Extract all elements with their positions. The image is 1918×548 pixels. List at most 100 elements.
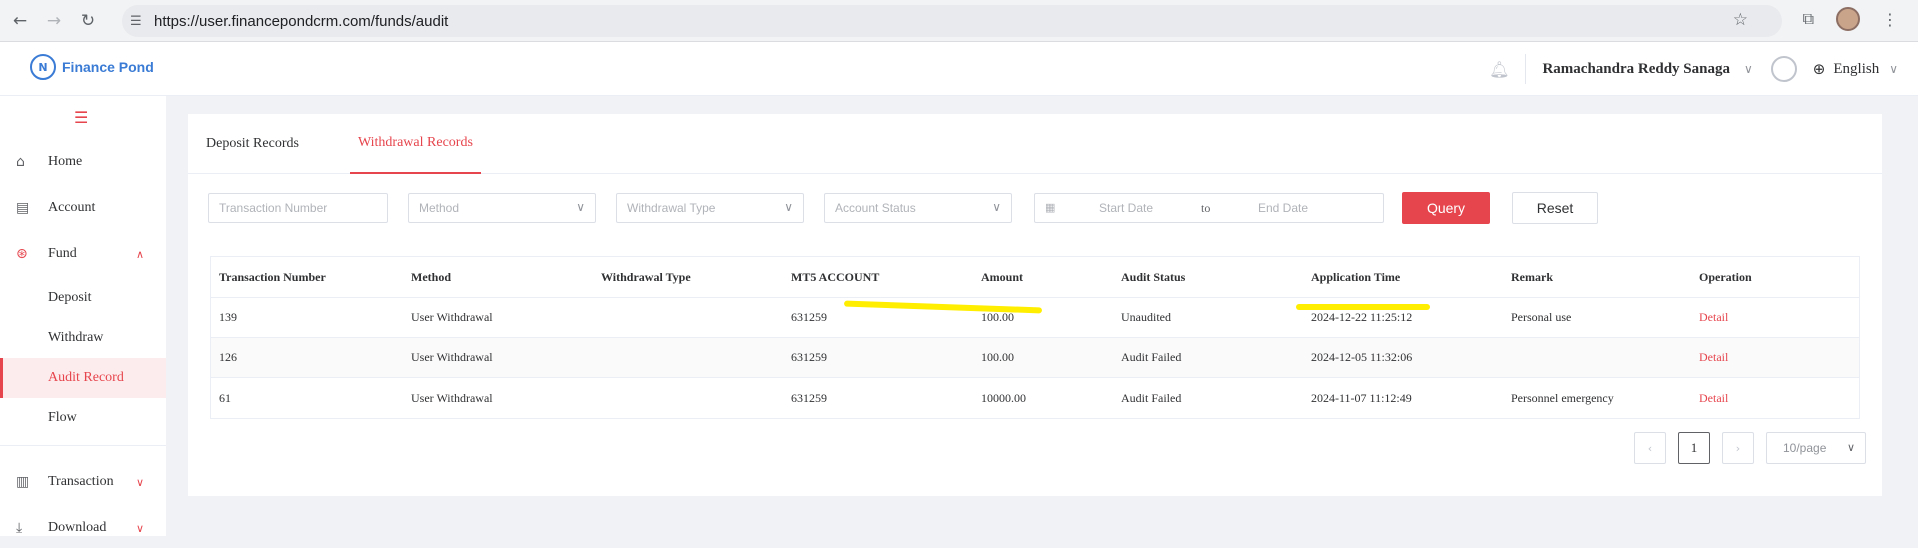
language-selector[interactable]: English <box>1833 61 1879 78</box>
sidebar-subitem-withdraw[interactable]: Withdraw <box>0 318 166 358</box>
cell-mt5-account: 631259 <box>791 390 827 405</box>
table-row: 126 User Withdrawal 631259 100.00 Audit … <box>211 338 1859 378</box>
chevron-down-icon[interactable]: ∨ <box>1744 62 1753 76</box>
end-date-input[interactable]: End Date <box>1258 201 1308 215</box>
prev-page-icon[interactable]: ‹ <box>1634 432 1666 464</box>
site-info-icon[interactable]: ☰ <box>130 14 150 29</box>
browser-menu-icon[interactable]: ⋮ <box>1882 10 1898 29</box>
detail-link[interactable]: Detail <box>1699 378 1728 418</box>
sidebar-subitem-audit-record[interactable]: Audit Record <box>0 358 166 398</box>
tab-withdrawal-records[interactable]: Withdrawal Records <box>350 114 481 174</box>
cell-amount: 100.00 <box>981 310 1014 324</box>
date-range-picker[interactable]: ▦ Start Date to End Date <box>1034 193 1384 223</box>
address-bar[interactable]: ☰ https://user.financepondcrm.com/funds/… <box>122 5 1782 37</box>
logo-text: Finance Pond <box>62 59 154 75</box>
sidebar-item-label: Fund <box>48 246 77 261</box>
method-placeholder: Method <box>419 201 460 215</box>
cell-method: User Withdrawal <box>411 310 493 324</box>
header-mt5-account: MT5 ACCOUNT <box>791 269 880 284</box>
start-date-input[interactable]: Start Date <box>1099 201 1153 215</box>
header-method: Method <box>411 269 451 284</box>
sidebar-item-label: Download <box>48 520 107 535</box>
browser-toolbar: ← → ↻ ☰ https://user.financepondcrm.com/… <box>0 0 1918 42</box>
tab-deposit-records[interactable]: Deposit Records <box>206 114 299 174</box>
fund-icon: ⊛ <box>16 246 28 262</box>
header-transaction-number: Transaction Number <box>219 269 326 284</box>
menu-toggle-icon[interactable]: ☰ <box>74 108 88 127</box>
chevron-down-icon: ∨ <box>1846 441 1855 454</box>
withdrawal-type-select[interactable]: Withdrawal Type ∨ <box>616 193 804 223</box>
language-chevron-down-icon[interactable]: ∨ <box>1889 62 1898 76</box>
header-audit-status: Audit Status <box>1121 269 1186 284</box>
url-text[interactable]: https://user.financepondcrm.com/funds/au… <box>154 13 448 30</box>
bell-icon[interactable]: 🔔︎ <box>1489 60 1509 79</box>
page-number-current[interactable]: 1 <box>1678 432 1710 464</box>
query-button[interactable]: Query <box>1402 192 1490 224</box>
sidebar-subitem-flow[interactable]: Flow <box>0 398 166 438</box>
forward-icon[interactable]: → <box>40 7 68 35</box>
cell-method: User Withdrawal <box>411 390 493 405</box>
home-icon: ⌂ <box>16 154 25 170</box>
sidebar-subitem-deposit[interactable]: Deposit <box>0 278 166 318</box>
sidebar-item-label: Home <box>48 154 83 169</box>
header-amount: Amount <box>981 269 1024 284</box>
logo[interactable]: N Finance Pond <box>30 54 154 80</box>
header-divider <box>1525 54 1527 84</box>
records-card: Deposit Records Withdrawal Records Trans… <box>188 114 1882 496</box>
account-icon: ▤ <box>16 200 30 216</box>
bookmark-star-icon[interactable]: ☆ <box>1733 10 1748 30</box>
page-size-value: 10/page <box>1783 441 1827 455</box>
sidebar-item-home[interactable]: ⌂ Home <box>0 142 166 182</box>
reset-button[interactable]: Reset <box>1512 192 1598 224</box>
chevron-up-icon: ∧ <box>135 247 144 261</box>
sidebar-item-fund[interactable]: ⊛ Fund ∧ <box>0 234 166 274</box>
sidebar-item-transaction[interactable]: ▥ Transaction ∨ <box>0 462 166 502</box>
transaction-number-input[interactable]: Transaction Number <box>208 193 388 223</box>
records-table: Transaction Number Method Withdrawal Typ… <box>210 256 1860 419</box>
browser-profile-avatar[interactable] <box>1836 7 1860 31</box>
cell-amount: 10000.00 <box>981 390 1026 405</box>
barcode-icon: ▥ <box>16 474 30 490</box>
sidebar-item-account[interactable]: ▤ Account <box>0 188 166 228</box>
account-status-select[interactable]: Account Status ∨ <box>824 193 1012 223</box>
transaction-number-placeholder: Transaction Number <box>219 201 328 215</box>
sidebar-item-label: Account <box>48 200 96 215</box>
detail-link[interactable]: Detail <box>1699 298 1728 337</box>
cell-transaction-number: 126 <box>219 350 237 364</box>
cell-application-time: 2024-12-05 11:32:06 <box>1311 350 1413 364</box>
user-name[interactable]: Ramachandra Reddy Sanaga <box>1542 61 1730 78</box>
date-range-separator: to <box>1201 201 1211 215</box>
download-icon: ⤓ <box>16 520 23 536</box>
cell-mt5-account: 631259 <box>791 310 827 324</box>
next-page-icon[interactable]: › <box>1722 432 1754 464</box>
sidebar-item-label: Withdraw <box>48 330 104 345</box>
withdrawal-type-placeholder: Withdrawal Type <box>627 201 716 215</box>
extensions-icon[interactable]: ⧉ <box>1803 9 1814 29</box>
calendar-icon: ▦ <box>1045 201 1056 214</box>
chevron-down-icon: ∨ <box>576 200 585 214</box>
sidebar-item-label: Transaction <box>48 474 114 489</box>
detail-link[interactable]: Detail <box>1699 338 1728 377</box>
records-tabs: Deposit Records Withdrawal Records <box>188 114 1882 174</box>
page-size-select[interactable]: 10/page ∨ <box>1766 432 1866 464</box>
table-row: 139 User Withdrawal 631259 100.00 Unaudi… <box>211 298 1859 338</box>
sidebar-item-download[interactable]: ⤓ Download ∨ <box>0 508 166 548</box>
cell-audit-status: Audit Failed <box>1121 390 1182 405</box>
reload-icon[interactable]: ↻ <box>74 7 102 35</box>
chevron-down-icon: ∨ <box>135 475 144 489</box>
table-row: 61 User Withdrawal 631259 10000.00 Audit… <box>211 378 1859 418</box>
method-select[interactable]: Method ∨ <box>408 193 596 223</box>
avatar[interactable] <box>1770 56 1797 82</box>
sidebar-item-label: Deposit <box>48 290 92 305</box>
cell-remark: Personal use <box>1511 310 1572 324</box>
cell-transaction-number: 139 <box>219 310 237 324</box>
cell-transaction-number: 61 <box>219 390 231 405</box>
chevron-down-icon: ∨ <box>992 200 1001 214</box>
app-header: N Finance Pond 🔔︎ Ramachandra Reddy Sana… <box>0 42 1918 96</box>
chevron-down-icon: ∨ <box>784 200 793 214</box>
back-icon[interactable]: ← <box>6 7 34 35</box>
header-operation: Operation <box>1699 269 1752 284</box>
globe-icon[interactable]: ⊕ <box>1813 60 1826 78</box>
sidebar: ☰ ⌂ Home ▤ Account ⊛ Fund ∧ Deposit With… <box>0 96 166 536</box>
sidebar-item-label: Audit Record <box>48 370 124 385</box>
